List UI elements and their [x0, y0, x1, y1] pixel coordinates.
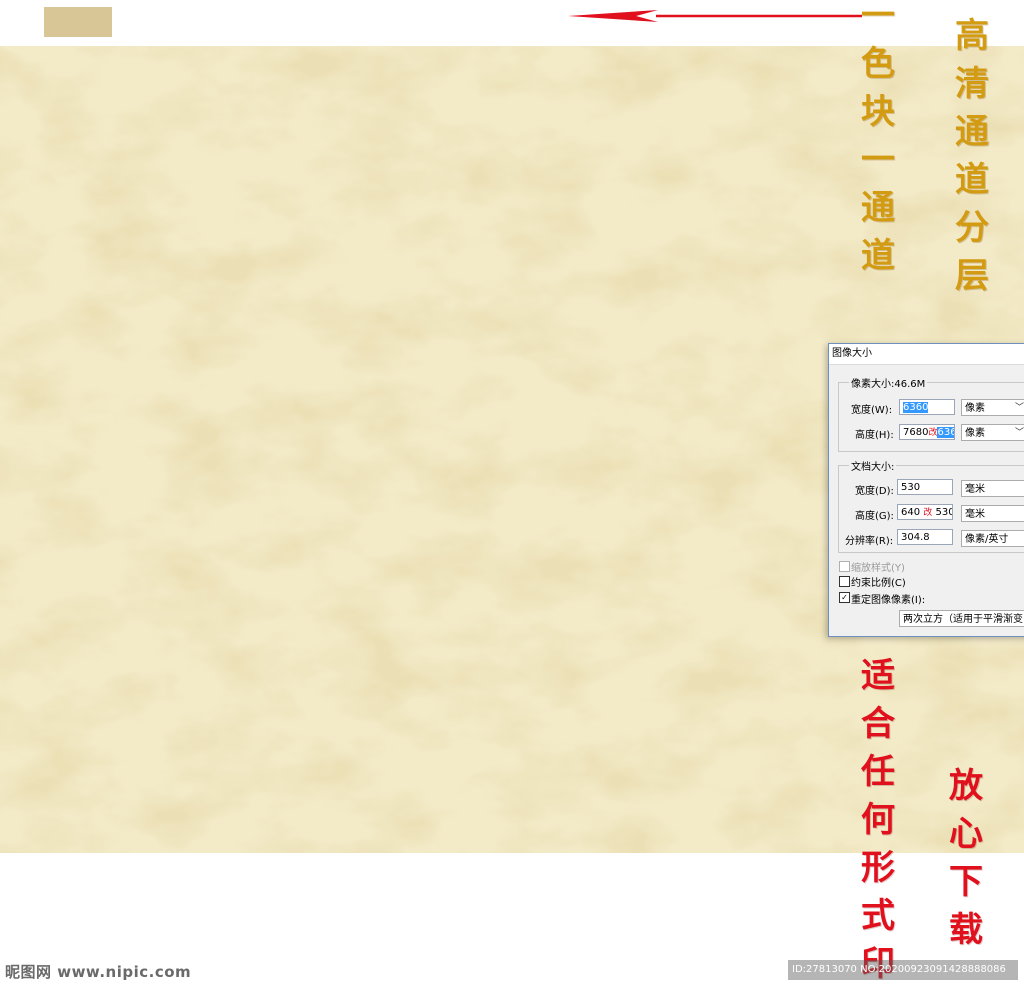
- doc-height-unit-select[interactable]: 毫米: [961, 505, 1024, 522]
- resolution-label: 分辨率(R):: [845, 536, 894, 547]
- watermark-id: ID:27813070 NO:20200923091428888086: [788, 960, 1018, 980]
- red-arrow: [568, 10, 862, 22]
- resample-method-value: 两次立方（适用于平滑渐变: [903, 614, 1023, 625]
- height-value: 6360: [937, 427, 954, 438]
- resolution-value: 304.8: [901, 532, 930, 543]
- caption-hd-channel-layers: 高清通道分层: [955, 16, 989, 296]
- resample-method-select[interactable]: 两次立方（适用于平滑渐变: [899, 610, 1024, 627]
- height-unit-select[interactable]: 像素 ﹀: [961, 424, 1024, 441]
- height-input[interactable]: 7680改6360: [899, 424, 955, 440]
- resolution-unit-select[interactable]: 像素/英寸: [961, 530, 1024, 547]
- chevron-down-icon: ﹀: [1014, 428, 1024, 438]
- width-unit-select[interactable]: 像素 ﹀: [961, 399, 1024, 416]
- height-label: 高度(H):: [855, 430, 894, 441]
- doc-height-label: 高度(G):: [855, 511, 894, 522]
- scale-styles-checkbox[interactable]: [839, 561, 850, 572]
- watermark-site: 昵图网 www.nipic.com: [5, 963, 192, 981]
- pixel-dimensions-group: [838, 382, 1024, 452]
- document-size-label: 文档大小:: [849, 458, 897, 473]
- doc-width-input[interactable]: 530: [897, 479, 953, 495]
- width-label: 宽度(W):: [851, 405, 893, 416]
- height-old-value: 7680: [903, 427, 929, 438]
- caption-one-block-one-channel: 一色块一通道: [861, 0, 895, 276]
- caption-any-print: 适合任何形式印: [861, 656, 895, 984]
- doc-width-unit-value: 毫米: [965, 484, 985, 495]
- constrain-proportions-label: 约束比例(C): [851, 578, 906, 589]
- color-swatch: [44, 7, 112, 37]
- doc-width-unit-select[interactable]: 毫米: [961, 480, 1024, 497]
- doc-width-label: 宽度(D):: [855, 486, 894, 497]
- doc-height-edit-mark: 改: [923, 508, 933, 518]
- resolution-input[interactable]: 304.8: [897, 529, 953, 545]
- doc-height-old-value: 640: [901, 507, 921, 518]
- dialog-title: 图像大小: [829, 344, 1024, 365]
- pixel-dimensions-label: 像素大小:46.6M: [849, 375, 928, 390]
- height-unit-value: 像素: [965, 428, 985, 439]
- chevron-down-icon: ﹀: [1014, 403, 1024, 413]
- constrain-proportions-checkbox[interactable]: [839, 576, 850, 587]
- caption-safe-download: 放心下载: [949, 766, 983, 950]
- doc-height-unit-value: 毫米: [965, 509, 985, 520]
- doc-width-value: 530: [901, 482, 921, 493]
- width-input[interactable]: 6360: [899, 399, 955, 415]
- resample-label: 重定图像像素(I):: [851, 595, 926, 606]
- width-value: 6360: [903, 402, 929, 413]
- image-size-dialog: 图像大小 像素大小:46.6M 宽度(W): 6360 像素 ﹀ 高度(H): 7…: [828, 343, 1024, 637]
- doc-height-value: 530: [935, 507, 953, 518]
- scale-styles-label: 缩放样式(Y): [851, 563, 905, 574]
- resolution-unit-value: 像素/英寸: [965, 534, 1009, 545]
- width-unit-value: 像素: [965, 403, 985, 414]
- doc-height-input[interactable]: 640 改 530: [897, 504, 953, 520]
- resample-checkbox[interactable]: ✓: [839, 592, 850, 603]
